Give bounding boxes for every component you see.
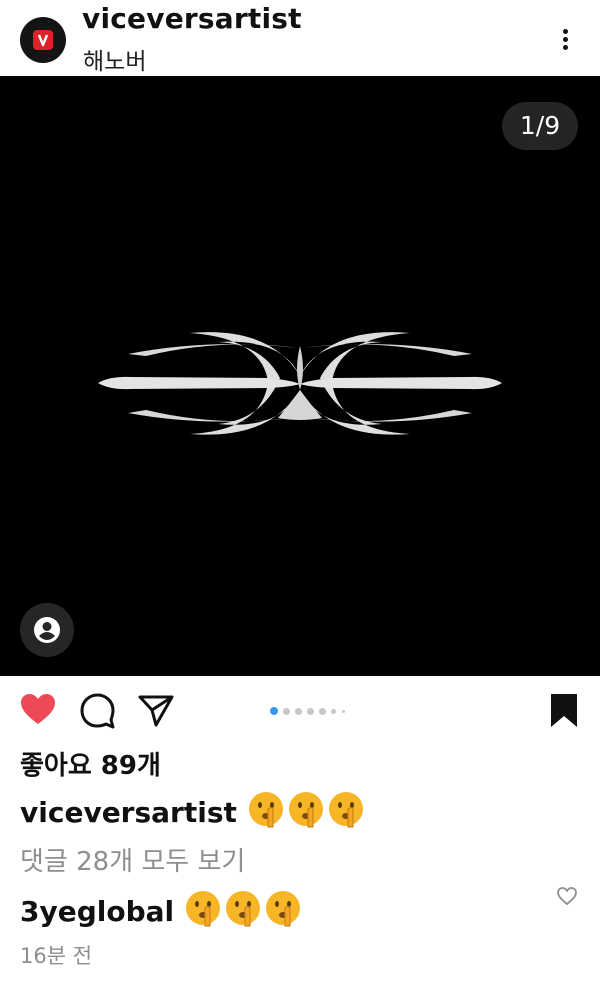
shushing-face-emoji-row (246, 792, 366, 829)
carousel-dot (295, 708, 302, 715)
carousel-dot (319, 708, 326, 715)
post-location[interactable]: 해노버 (83, 42, 146, 76)
shushing-face-icon (186, 891, 301, 927)
brand-logo-icon (33, 30, 53, 50)
post-media[interactable]: 1/9 (0, 76, 600, 676)
post-header: viceversartist 해노버 (0, 0, 600, 76)
carousel-dot-active (270, 707, 278, 715)
profile-avatar[interactable] (20, 17, 66, 63)
carousel-dot (342, 710, 345, 713)
comment-like-heart-icon[interactable] (556, 885, 578, 907)
post-caption: viceversartist (20, 790, 366, 829)
shushing-face-emoji-row (183, 891, 303, 928)
post-timestamp: 16분 전 (20, 944, 93, 968)
comment-username[interactable]: 3yeglobal (20, 895, 174, 928)
post-username[interactable]: viceversartist (82, 2, 302, 35)
carousel-dot (307, 708, 314, 715)
carousel-page-counter: 1/9 (502, 102, 578, 150)
user-tag-icon[interactable] (20, 603, 74, 657)
caption-username[interactable]: viceversartist (20, 796, 237, 829)
carousel-dot (283, 708, 290, 715)
post-action-bar (0, 676, 600, 746)
ee-logo-artwork (98, 332, 502, 435)
bookmark-icon[interactable] (544, 690, 584, 730)
carousel-dot (331, 709, 336, 714)
comment-row: 3yeglobal (20, 889, 303, 928)
comment-icon[interactable] (78, 690, 118, 730)
shushing-face-icon (248, 792, 363, 828)
more-options-icon[interactable] (550, 22, 580, 56)
carousel-indicator (270, 707, 360, 717)
send-icon[interactable] (136, 690, 176, 730)
view-all-comments-link[interactable]: 댓글 28개 모두 보기 (20, 841, 245, 878)
like-heart-icon[interactable] (18, 690, 58, 730)
likes-count[interactable]: 좋아요 89개 (20, 745, 161, 782)
